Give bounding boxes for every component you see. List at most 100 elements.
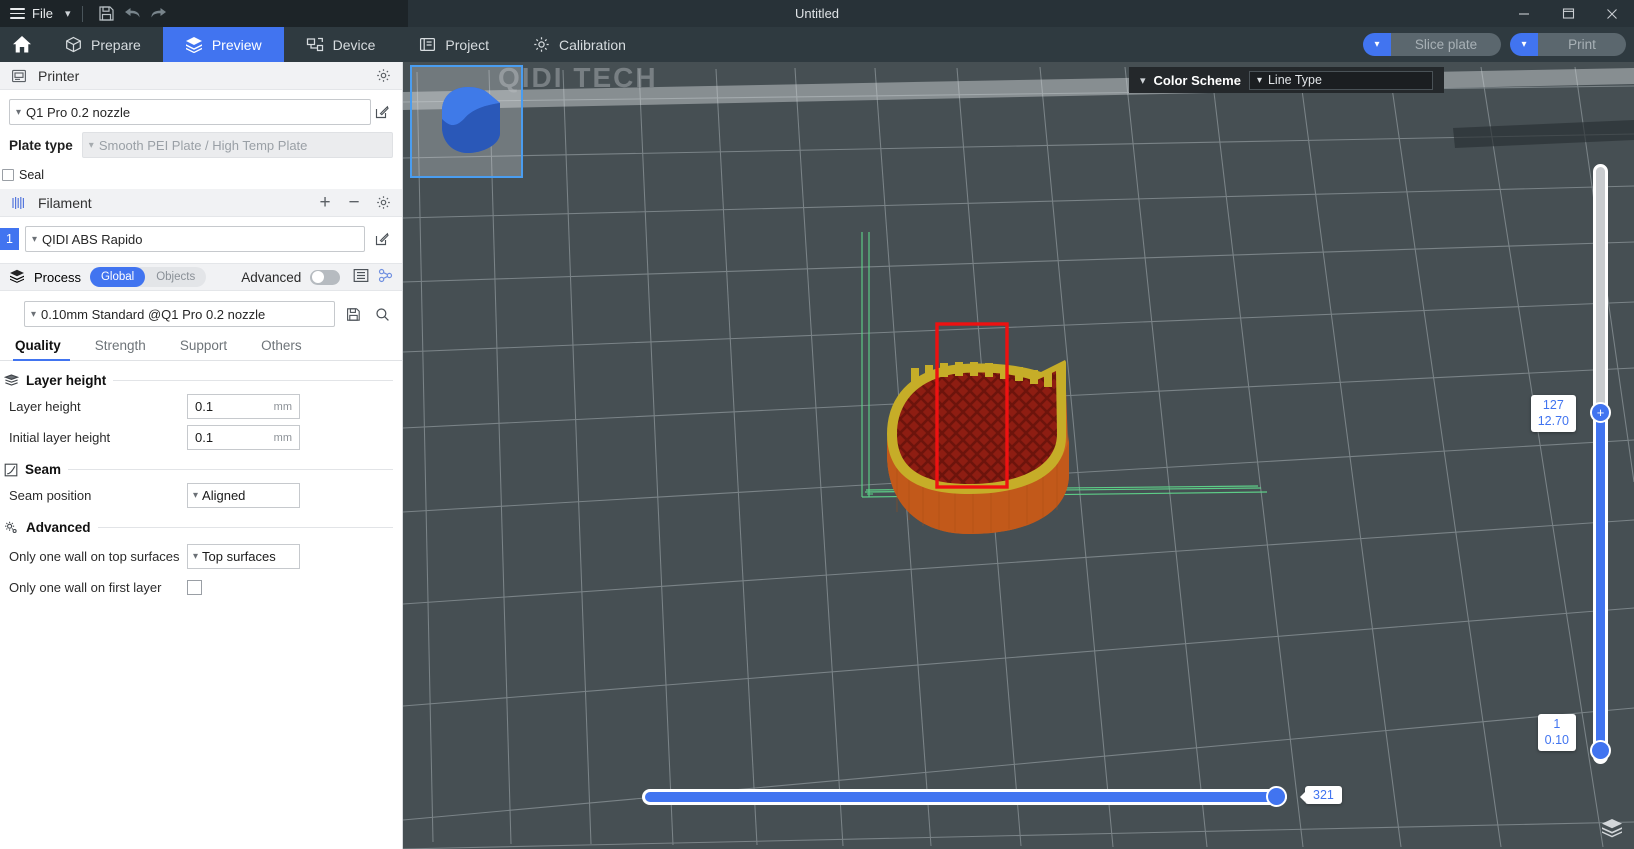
chevron-double-down-icon[interactable]: ▾ (1140, 74, 1146, 87)
remove-filament-button[interactable]: − (344, 193, 364, 213)
printer-edit-icon[interactable] (371, 105, 393, 119)
scope-global-option[interactable]: Global (90, 267, 145, 287)
menu-divider (82, 6, 83, 22)
seal-row[interactable]: Seal (2, 158, 402, 189)
param-seam-position-label: Seam position (9, 487, 187, 505)
slice-plate-label: Slice plate (1391, 33, 1501, 56)
add-filament-button[interactable]: + (315, 193, 335, 213)
plate-type-combo[interactable]: ▾ Smooth PEI Plate / High Temp Plate (82, 132, 393, 158)
param-one-wall-top-label: Only one wall on top surfaces (9, 548, 187, 566)
filament-icon (9, 193, 29, 213)
group-seam-title: Seam (25, 462, 61, 477)
advanced-toggle-switch[interactable] (310, 270, 340, 285)
plate-type-value: Smooth PEI Plate / High Temp Plate (99, 138, 386, 153)
param-seam-position-combo[interactable]: ▾ Aligned (187, 483, 300, 508)
nav-tab-prepare[interactable]: Prepare (43, 27, 163, 62)
filament-edit-icon[interactable] (371, 232, 393, 246)
color-scheme-value: Line Type (1268, 73, 1322, 87)
chevron-down-icon: ▾ (32, 234, 37, 245)
save-icon[interactable] (93, 2, 119, 26)
group-divider (98, 527, 393, 528)
plate-thumbnail[interactable] (410, 65, 523, 178)
printer-model-row: ▾ Q1 Pro 0.2 nozzle (0, 90, 402, 125)
seal-label: Seal (19, 168, 44, 182)
process-icon (9, 269, 25, 286)
compare-icon[interactable] (378, 268, 393, 286)
color-scheme-title: Color Scheme (1154, 73, 1241, 88)
tab-quality[interactable]: Quality (9, 338, 78, 360)
tab-support[interactable]: Support (163, 338, 244, 360)
process-tabs: Quality Strength Support Others (0, 327, 402, 361)
file-menu-button[interactable]: File (10, 6, 53, 21)
param-one-wall-first-label: Only one wall on first layer (9, 579, 187, 597)
scope-objects-option[interactable]: Objects (145, 267, 206, 287)
redo-icon[interactable] (145, 2, 171, 26)
tab-strength[interactable]: Strength (78, 338, 163, 360)
chevron-down-icon: ▾ (16, 107, 21, 118)
nav-tab-device[interactable]: Device (284, 27, 398, 62)
printer-settings-gear-icon[interactable] (373, 66, 393, 86)
param-one-wall-top-combo[interactable]: ▾ Top surfaces (187, 544, 300, 569)
layers-stack-icon[interactable] (1597, 813, 1627, 843)
moves-slider[interactable]: 321 (642, 789, 1287, 805)
chevron-down-icon: ▾ (31, 309, 36, 320)
nav-tab-preview[interactable]: Preview (163, 27, 284, 62)
printer-model-value: Q1 Pro 0.2 nozzle (26, 105, 364, 120)
process-search-icon[interactable] (371, 307, 393, 322)
param-initial-layer-height-field[interactable]: 0.1 mm (187, 425, 300, 450)
seal-checkbox[interactable] (2, 169, 14, 181)
layer-slider-lower-handle[interactable] (1590, 740, 1611, 761)
param-seam-position-value: Aligned (202, 488, 245, 503)
undo-icon[interactable] (119, 2, 145, 26)
hamburger-icon (10, 8, 25, 19)
filament-slot-row: 1 ▾ QIDI ABS Rapido (0, 217, 402, 252)
minimize-button[interactable] (1502, 0, 1546, 27)
file-menu-label: File (32, 6, 53, 21)
group-divider (113, 380, 393, 381)
param-one-wall-first-checkbox[interactable] (187, 580, 202, 595)
color-scheme-select[interactable]: ▾ Line Type (1249, 71, 1433, 90)
process-save-icon[interactable] (342, 307, 364, 322)
nav-tab-preview-label: Preview (212, 37, 262, 53)
process-section-title: Process (34, 270, 81, 285)
chevron-down-icon[interactable]: ▾ (65, 7, 71, 20)
advanced-toggle-label: Advanced (241, 270, 301, 285)
3d-viewport[interactable]: QIDI TECH ▾ Color Scheme ▾ Line Type + (403, 62, 1634, 849)
filament-combo[interactable]: ▾ QIDI ABS Rapido (25, 226, 365, 252)
nav-tab-calibration[interactable]: Calibration (511, 27, 648, 62)
chevron-down-icon: ▾ (193, 490, 198, 501)
nav-tab-prepare-label: Prepare (91, 37, 141, 53)
group-advanced-title: Advanced (26, 520, 91, 535)
layer-slider[interactable]: + 127 12.70 1 0.10 (1593, 164, 1608, 764)
process-section-header: Process Global Objects Advanced (0, 263, 402, 291)
maximize-button[interactable] (1546, 0, 1590, 27)
close-button[interactable] (1590, 0, 1634, 27)
layer-slider-fill (1596, 412, 1605, 758)
slice-plate-button[interactable]: ▾ Slice plate (1363, 33, 1501, 56)
layer-slider-upper-tooltip: 127 12.70 (1531, 395, 1576, 432)
tab-others[interactable]: Others (244, 338, 319, 360)
process-scope-toggle[interactable]: Global Objects (90, 267, 206, 287)
slice-plate-dropdown-icon[interactable]: ▾ (1363, 33, 1391, 56)
print-dropdown-icon[interactable]: ▾ (1510, 33, 1538, 56)
print-label: Print (1538, 33, 1626, 56)
list-icon[interactable] (353, 268, 369, 286)
filament-section-title: Filament (38, 195, 306, 211)
group-divider (68, 469, 393, 470)
param-initial-layer-height-value: 0.1 (195, 430, 274, 445)
advanced-gear-icon (4, 521, 19, 535)
nav-tab-project[interactable]: Project (397, 27, 511, 62)
param-layer-height-field[interactable]: 0.1 mm (187, 394, 300, 419)
action-buttons: ▾ Slice plate ▾ Print (1363, 27, 1626, 62)
layer-slider-upper-handle[interactable]: + (1590, 402, 1611, 423)
process-preset-combo[interactable]: ▾ 0.10mm Standard @Q1 Pro 0.2 nozzle (24, 301, 335, 327)
print-button[interactable]: ▾ Print (1510, 33, 1626, 56)
printer-model-combo[interactable]: ▾ Q1 Pro 0.2 nozzle (9, 99, 371, 125)
filament-settings-gear-icon[interactable] (373, 193, 393, 213)
moves-slider-handle[interactable] (1266, 786, 1287, 807)
filament-slot-number[interactable]: 1 (0, 228, 19, 250)
home-icon[interactable] (0, 27, 43, 62)
param-layer-height-value: 0.1 (195, 399, 274, 414)
chevron-down-icon: ▾ (89, 140, 94, 151)
qidi-studio-window: Untitled File ▾ (0, 0, 1634, 849)
